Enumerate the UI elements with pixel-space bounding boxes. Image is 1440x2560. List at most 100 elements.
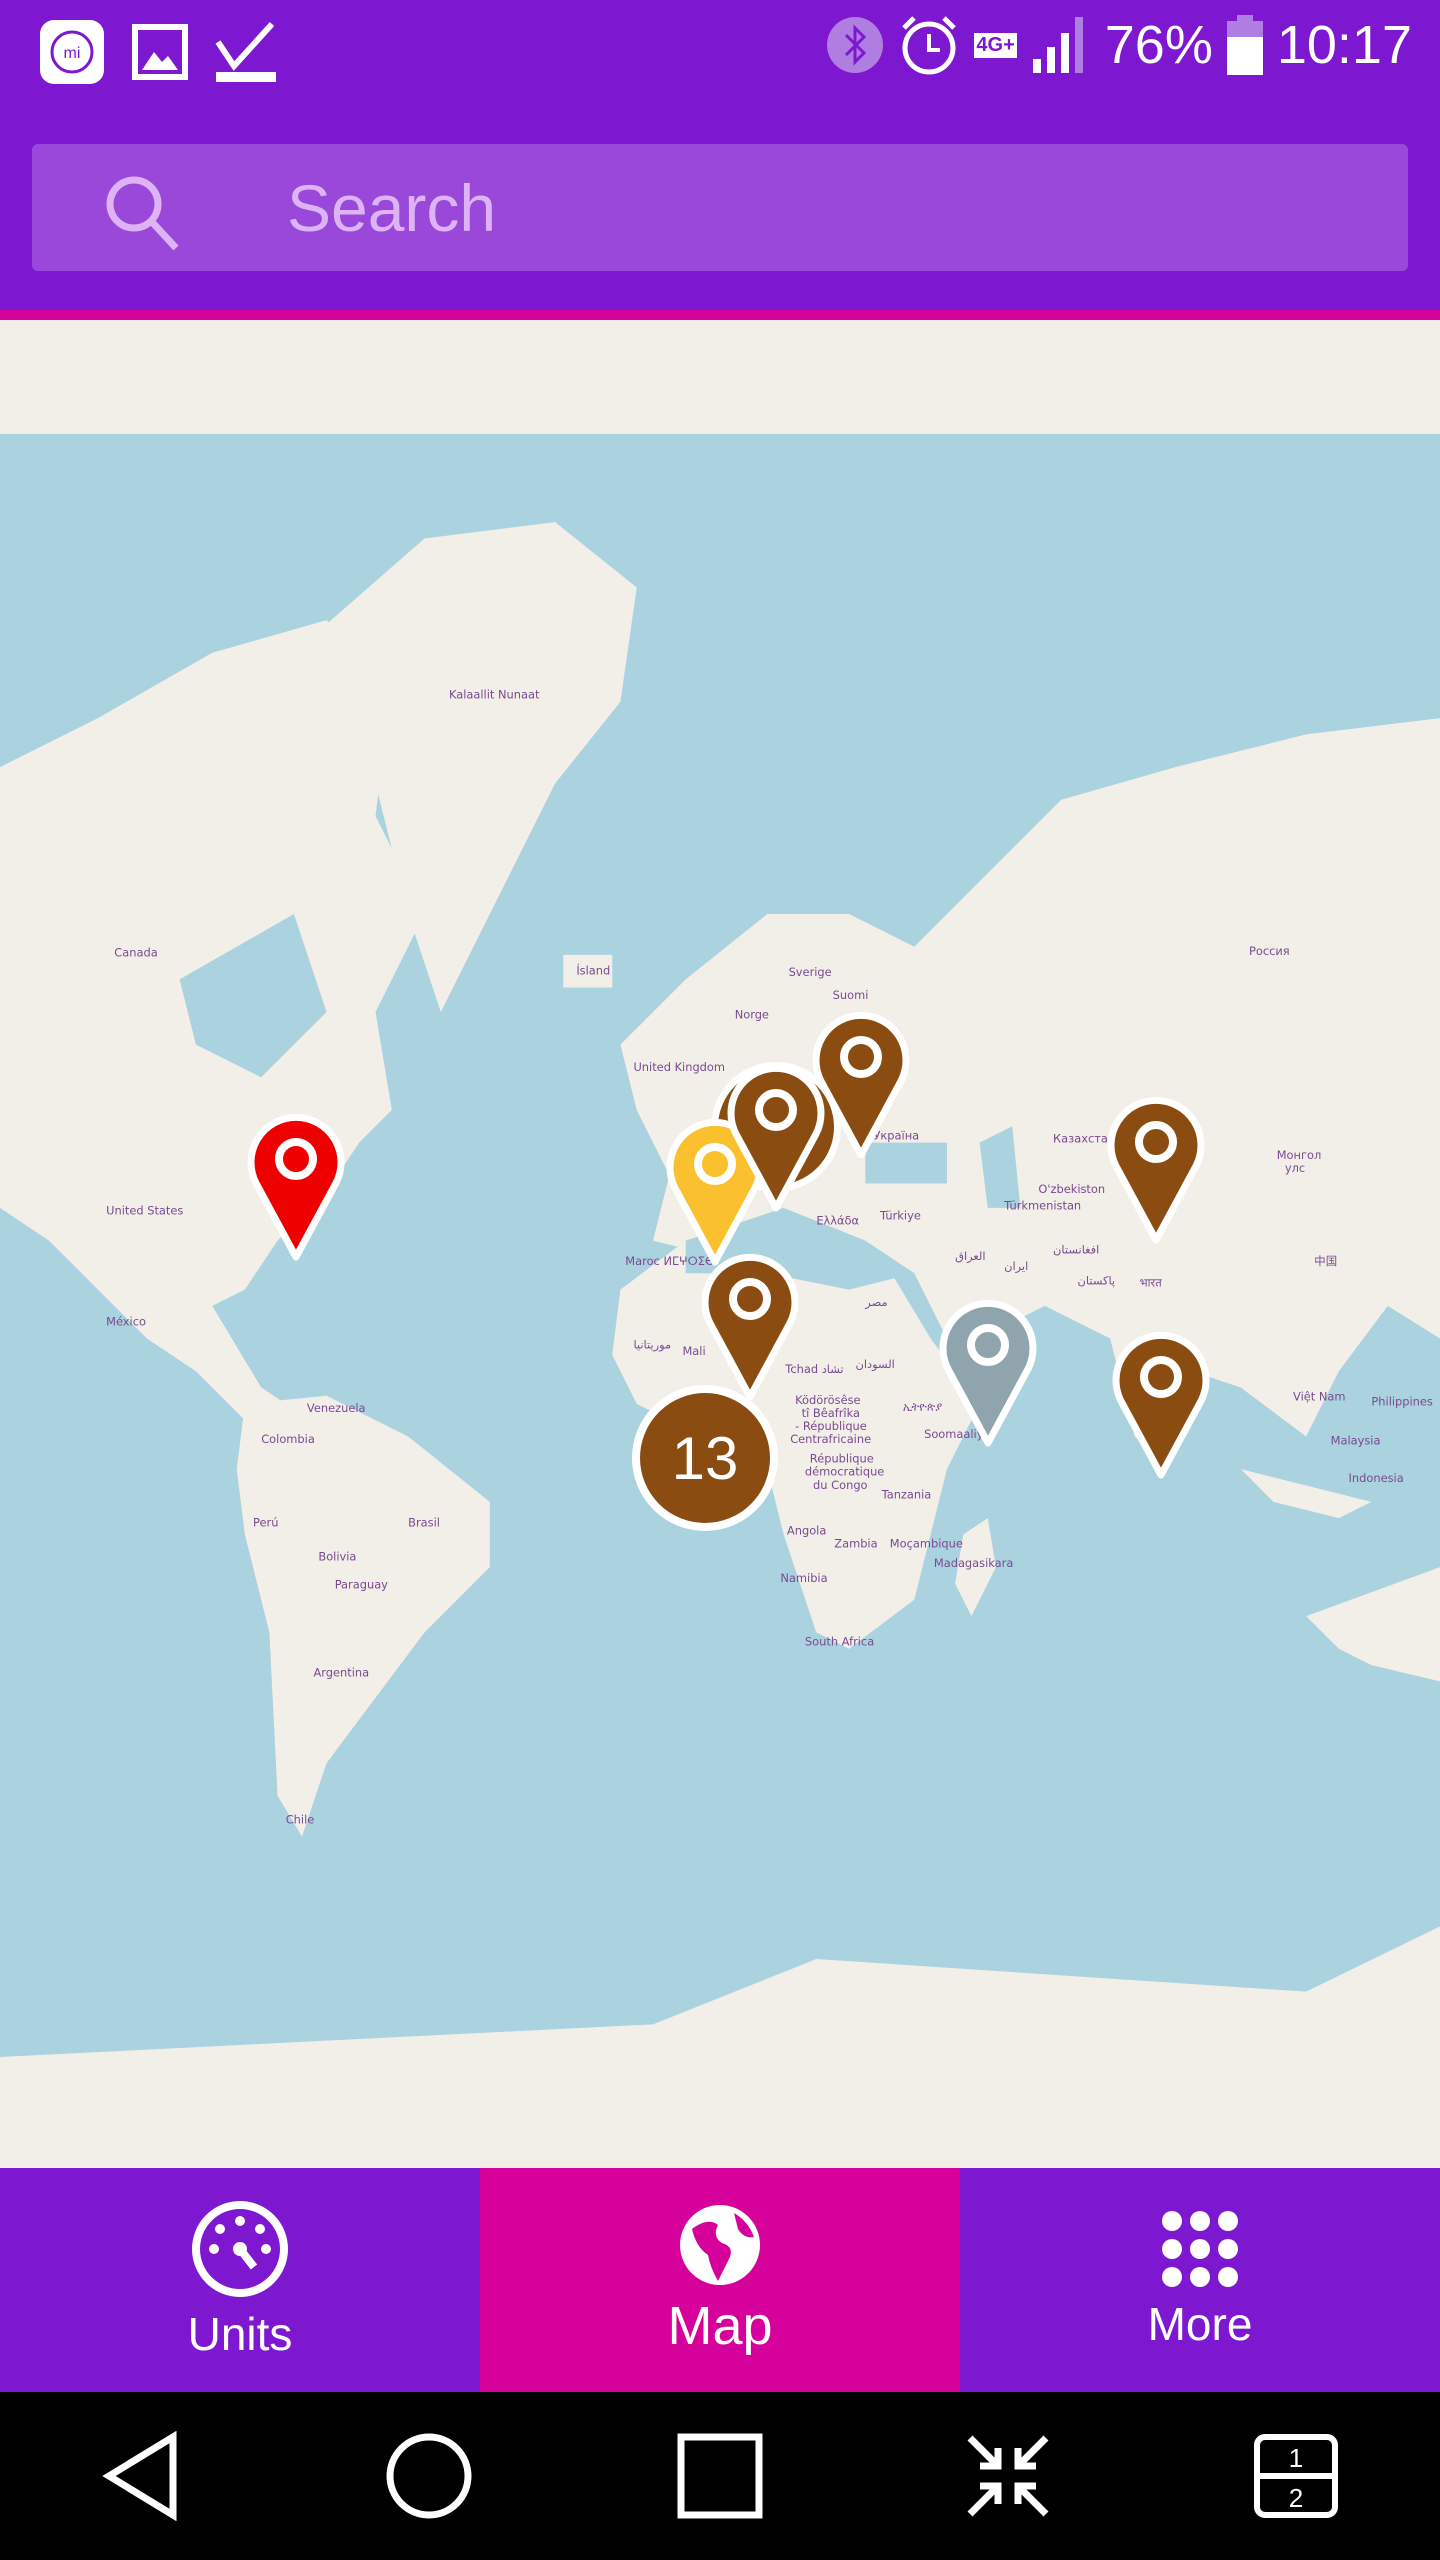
recents-icon[interactable] [677,2433,763,2519]
svg-text:Colombia: Colombia [261,1432,315,1446]
svg-text:République: République [810,1452,874,1466]
svg-text:مصر: مصر [864,1295,887,1310]
svg-text:موريتانيا: موريتانيا [633,1337,671,1352]
svg-text:Tanzania: Tanzania [881,1488,932,1502]
search-bar[interactable] [32,144,1408,271]
svg-text:Việt Nam: Việt Nam [1293,1390,1345,1404]
map-pin-icon [247,1113,345,1261]
svg-text:Centrafricaine: Centrafricaine [790,1432,871,1446]
tab-units[interactable]: Units [0,2168,480,2392]
search-input[interactable] [287,144,1287,271]
tab-map-label: Map [667,2296,773,2356]
header-accent-line [0,310,1440,320]
download-done-icon [215,21,276,82]
system-navigation-bar: 12 [0,2392,1440,2560]
svg-text:العراق: العراق [955,1249,985,1264]
svg-text:Ελλάδα: Ελλάδα [816,1213,859,1227]
svg-text:Россия: Россия [1249,944,1290,958]
gallery-icon [132,24,188,80]
globe-icon [680,2205,760,2285]
map-marker-pin[interactable] [1106,1094,1206,1244]
cluster-count: 13 [671,1424,739,1492]
svg-text:Ísland: Ísland [576,962,610,977]
dual-window-icon[interactable]: 12 [1253,2433,1339,2519]
map-marker-pin[interactable] [246,1111,346,1261]
svg-text:Türkiye: Türkiye [879,1208,921,1222]
map-marker-pin[interactable] [811,1009,911,1159]
map-pin-icon [1112,1331,1210,1479]
svg-text:Perú: Perú [253,1515,278,1529]
grid-dots-icon [1162,2211,1238,2287]
svg-text:Argentina: Argentina [313,1666,369,1680]
svg-text:Ködörösêse: Ködörösêse [795,1393,860,1407]
svg-text:Venezuela: Venezuela [307,1401,366,1415]
clock: 10:17 [1276,15,1412,75]
svg-text:Canada: Canada [114,945,157,959]
svg-text:Chile: Chile [286,1812,315,1826]
svg-text:भारत: भारत [1140,1275,1163,1289]
svg-text:Zambia: Zambia [834,1537,877,1551]
svg-text:United Kingdom: United Kingdom [633,1060,725,1074]
svg-text:- République: - République [795,1419,867,1433]
svg-text:افغانستان: افغانستان [1053,1243,1099,1257]
svg-text:O'zbekiston: O'zbekiston [1038,1182,1105,1196]
map-marker-pin[interactable] [700,1251,800,1401]
status-bar-left: mi [38,18,278,86]
bluetooth-icon [827,17,884,73]
battery-percent: 76% [1104,15,1213,75]
map-marker-pin[interactable] [938,1297,1038,1447]
svg-text:Indonesia: Indonesia [1349,1471,1404,1485]
svg-text:Suomi: Suomi [833,988,869,1002]
svg-text:Malaysia: Malaysia [1331,1434,1381,1448]
network-4g-icon: 4G+ [974,32,1017,58]
svg-text:Paraguay: Paraguay [335,1577,388,1591]
map-cluster-marker[interactable]: 13 [632,1385,778,1531]
svg-text:du Congo: du Congo [813,1478,868,1492]
app-header: mi 4G+ 76% 10:17 [0,0,1440,313]
tab-more-label: More [1147,2298,1253,2350]
svg-text:tî Bêafrîka: tî Bêafrîka [802,1406,860,1420]
svg-text:Brasil: Brasil [408,1515,440,1529]
svg-text:1: 1 [1288,2443,1302,2473]
mi-home-icon: mi [40,20,104,84]
svg-text:Moçambique: Moçambique [890,1537,963,1551]
svg-text:ایران: ایران [1004,1259,1028,1274]
svg-text:South Africa: South Africa [805,1635,874,1649]
map-pin-icon [701,1253,799,1401]
svg-text:United States: United States [106,1203,183,1217]
svg-text:پاکستان: پاکستان [1078,1274,1116,1288]
svg-text:Kalaallit Nunaat: Kalaallit Nunaat [449,688,540,702]
map-pin-icon [1107,1096,1205,1244]
svg-text:Bolivia: Bolivia [318,1550,356,1564]
svg-text:México: México [106,1314,146,1328]
svg-text:Philippines: Philippines [1371,1394,1433,1408]
svg-text:Angola: Angola [787,1523,826,1537]
svg-text:улс: улс [1285,1161,1305,1175]
tab-units-label: Units [187,2308,293,2360]
tab-map[interactable]: Map [480,2168,960,2392]
svg-text:Sverige: Sverige [789,965,832,979]
map-pin-icon [812,1011,910,1159]
tab-more[interactable]: More [960,2168,1440,2392]
svg-text:Namibia: Namibia [780,1571,827,1585]
svg-text:2: 2 [1288,2483,1302,2513]
svg-text:中国: 中国 [1314,1254,1337,1268]
svg-text:mi: mi [64,45,81,62]
search-icon [106,176,179,251]
svg-text:Türkmenistan: Türkmenistan [1003,1199,1081,1213]
back-icon[interactable] [101,2431,181,2521]
map-marker-pin[interactable] [1111,1329,1211,1479]
bottom-navigation: Units Map More [0,2168,1440,2392]
signal-icon [1032,17,1083,73]
svg-text:السودان: السودان [856,1357,895,1372]
svg-text:Madagasikara: Madagasikara [934,1556,1013,1570]
svg-text:Norge: Norge [735,1008,769,1022]
svg-text:Монгол: Монгол [1277,1148,1322,1162]
alarm-icon [902,16,957,75]
status-bar-right: 4G+ 76% 10:17 [826,14,1412,76]
home-icon[interactable] [384,2431,474,2521]
svg-text:démocratique: démocratique [805,1465,884,1479]
speedometer-icon [192,2201,288,2297]
battery-icon [1226,15,1263,75]
collapse-icon[interactable] [966,2434,1050,2518]
